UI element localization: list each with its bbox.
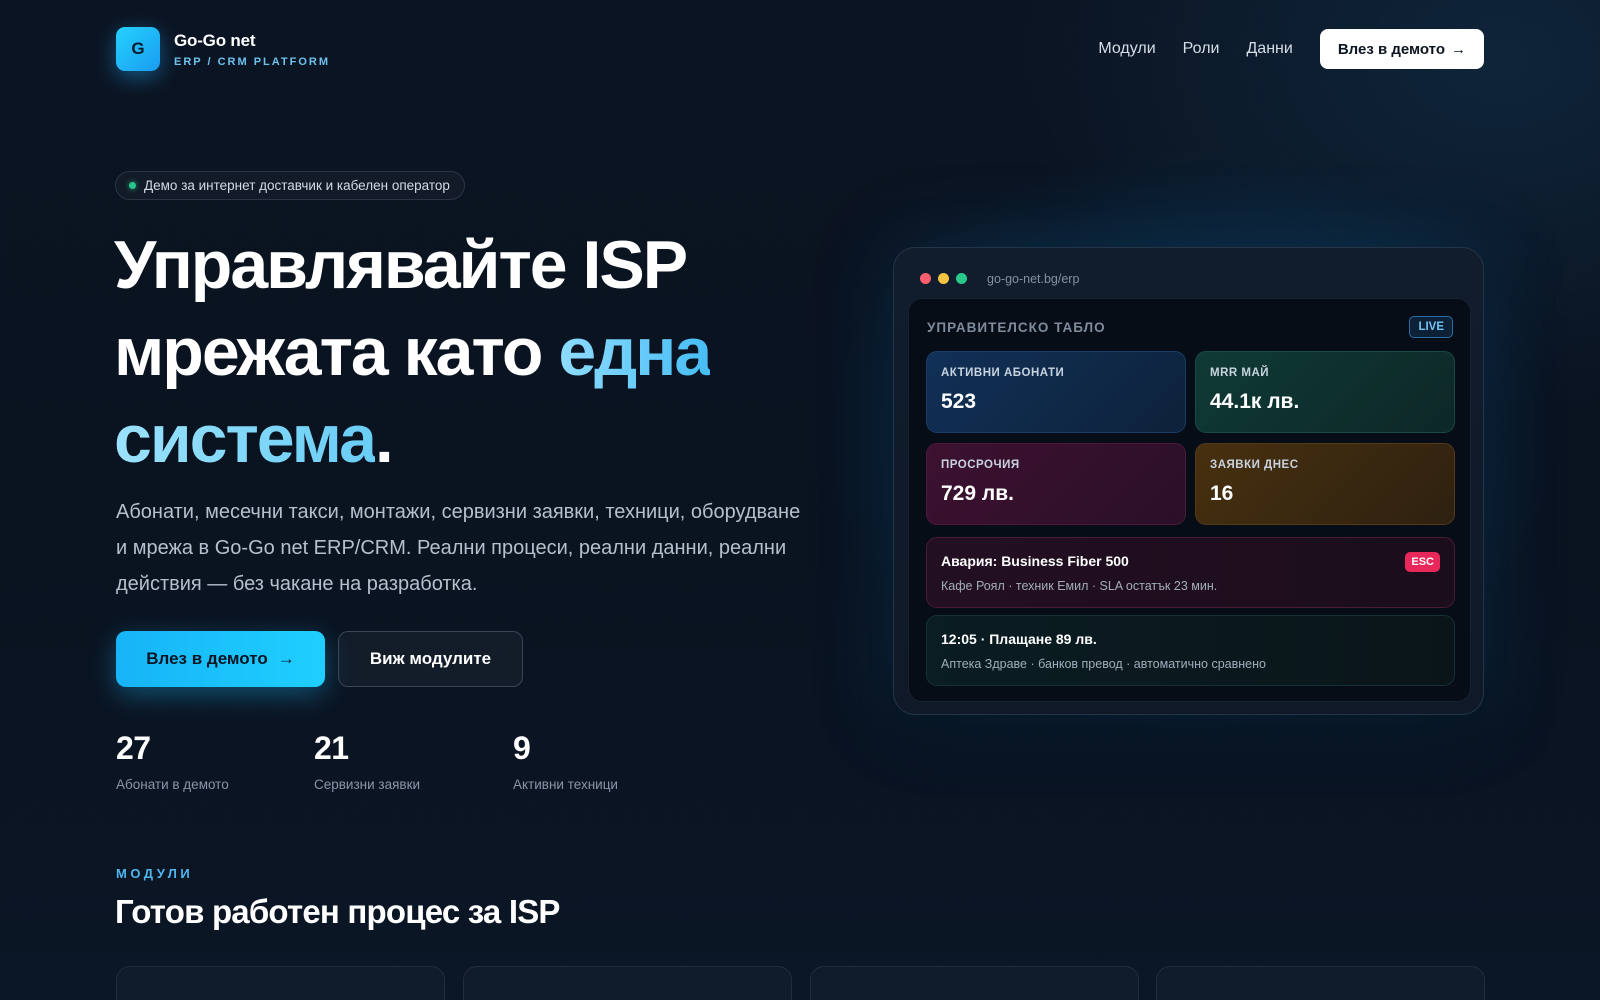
enter-demo-button[interactable]: Влез в демото → bbox=[116, 631, 325, 687]
dashboard-preview-window: go-go-net.bg/erp УПРАВИТЕЛСКО ТАБЛО LIVE… bbox=[893, 247, 1484, 715]
window-url: go-go-net.bg/erp bbox=[987, 272, 1080, 286]
demo-pill-text: Демо за интернет доставчик и кабелен опе… bbox=[144, 178, 450, 193]
header-demo-button[interactable]: Влез в демото → bbox=[1319, 29, 1484, 69]
kpi-label: ПРОСРОЧИЯ bbox=[941, 459, 1020, 471]
module-card[interactable] bbox=[463, 966, 792, 1000]
kpi-value: 44.1к лв. bbox=[1210, 390, 1300, 413]
event-payment: 12:05 · Плащане 89 лв. Аптека Здраве · б… bbox=[926, 615, 1455, 686]
nav-link-roles[interactable]: Роли bbox=[1183, 40, 1220, 58]
event-subtitle: Аптека Здраве · банков превод · автомати… bbox=[941, 657, 1266, 671]
stat-label: Абонати в демото bbox=[116, 777, 229, 792]
stat-technicians: 9 Активни техници bbox=[513, 730, 618, 792]
kpi-mrr: MRR МАЙ 44.1к лв. bbox=[1195, 351, 1455, 433]
stat-service-requests: 21 Сервизни заявки bbox=[314, 730, 420, 792]
stat-subscribers: 27 Абонати в демото bbox=[116, 730, 229, 792]
modules-eyebrow: МОДУЛИ bbox=[116, 866, 194, 881]
site-header: G Go-Go net ERP / CRM PLATFORM Модули Ро… bbox=[116, 26, 1484, 72]
kpi-overdue: ПРОСРОЧИЯ 729 лв. bbox=[926, 443, 1186, 525]
hero-title-line1: Управлявайте ISP bbox=[114, 227, 688, 303]
arrow-right-icon: → bbox=[1451, 40, 1466, 58]
kpi-active-subscribers: АКТИВНИ АБОНАТИ 523 bbox=[926, 351, 1186, 433]
status-dot-icon bbox=[129, 182, 136, 189]
event-title: Авария: Business Fiber 500 bbox=[941, 553, 1129, 569]
brand-name: Go-Go net bbox=[174, 30, 256, 50]
kpi-label: MRR МАЙ bbox=[1210, 367, 1270, 379]
kpi-requests-today: ЗАЯВКИ ДНЕС 16 bbox=[1195, 443, 1455, 525]
event-subtitle: Кафе Роял · техник Емил · SLA остатък 23… bbox=[941, 579, 1218, 593]
arrow-right-icon: → bbox=[277, 649, 295, 668]
main-nav: Модули Роли Данни Влез в демото → bbox=[1098, 29, 1484, 69]
kpi-value: 523 bbox=[941, 390, 977, 413]
module-card[interactable] bbox=[810, 966, 1139, 1000]
view-modules-button-label: Виж модулите bbox=[369, 649, 492, 668]
header-demo-button-label: Влез в демото bbox=[1337, 40, 1445, 58]
live-badge: LIVE bbox=[1409, 316, 1453, 338]
event-title: 12:05 · Плащане 89 лв. bbox=[941, 631, 1097, 647]
dashboard-panel: УПРАВИТЕЛСКО ТАБЛО LIVE АКТИВНИ АБОНАТИ … bbox=[908, 298, 1471, 702]
hero-title-line2: мрежата като bbox=[114, 314, 559, 390]
brand-subtitle: ERP / CRM PLATFORM bbox=[174, 55, 330, 68]
window-controls bbox=[920, 271, 967, 285]
modules-title: Готов работен процес за ISP bbox=[115, 893, 560, 930]
stat-value: 9 bbox=[513, 730, 531, 766]
window-close-dot-icon bbox=[920, 272, 931, 284]
module-card[interactable] bbox=[1156, 966, 1485, 1000]
hero-title-accent-1: една bbox=[558, 314, 712, 390]
escalation-badge: ESC bbox=[1405, 552, 1440, 572]
hero-description: Абонати, месечни такси, монтажи, сервизн… bbox=[116, 501, 801, 595]
module-card[interactable] bbox=[116, 966, 445, 1000]
nav-link-data[interactable]: Данни bbox=[1246, 40, 1292, 58]
stat-value: 27 bbox=[116, 730, 151, 766]
kpi-label: ЗАЯВКИ ДНЕС bbox=[1210, 459, 1299, 471]
stat-value: 21 bbox=[314, 730, 349, 766]
nav-link-modules[interactable]: Модули bbox=[1098, 40, 1155, 58]
window-minimize-dot-icon bbox=[938, 272, 949, 284]
logo-icon: G bbox=[116, 27, 160, 71]
kpi-label: АКТИВНИ АБОНАТИ bbox=[941, 367, 1065, 379]
window-maximize-dot-icon bbox=[956, 272, 967, 284]
hero-title-accent-2: система bbox=[114, 401, 377, 477]
brand[interactable]: G Go-Go net ERP / CRM PLATFORM bbox=[116, 27, 330, 71]
demo-pill: Демо за интернет доставчик и кабелен опе… bbox=[115, 171, 465, 200]
event-outage: Авария: Business Fiber 500 Кафе Роял · т… bbox=[926, 537, 1455, 608]
view-modules-button[interactable]: Виж модулите bbox=[338, 631, 523, 687]
hero-title: Управлявайте ISP мрежата като една систе… bbox=[114, 222, 834, 483]
panel-title: УПРАВИТЕЛСКО ТАБЛО bbox=[927, 320, 1106, 335]
stat-label: Активни техници bbox=[513, 777, 618, 792]
enter-demo-button-label: Влез в демото bbox=[146, 649, 268, 668]
brand-text: Go-Go net ERP / CRM PLATFORM bbox=[174, 31, 330, 68]
kpi-value: 729 лв. bbox=[941, 482, 1014, 505]
hero-title-period: . bbox=[374, 401, 394, 477]
kpi-value: 16 bbox=[1210, 482, 1234, 505]
stat-label: Сервизни заявки bbox=[314, 777, 421, 792]
